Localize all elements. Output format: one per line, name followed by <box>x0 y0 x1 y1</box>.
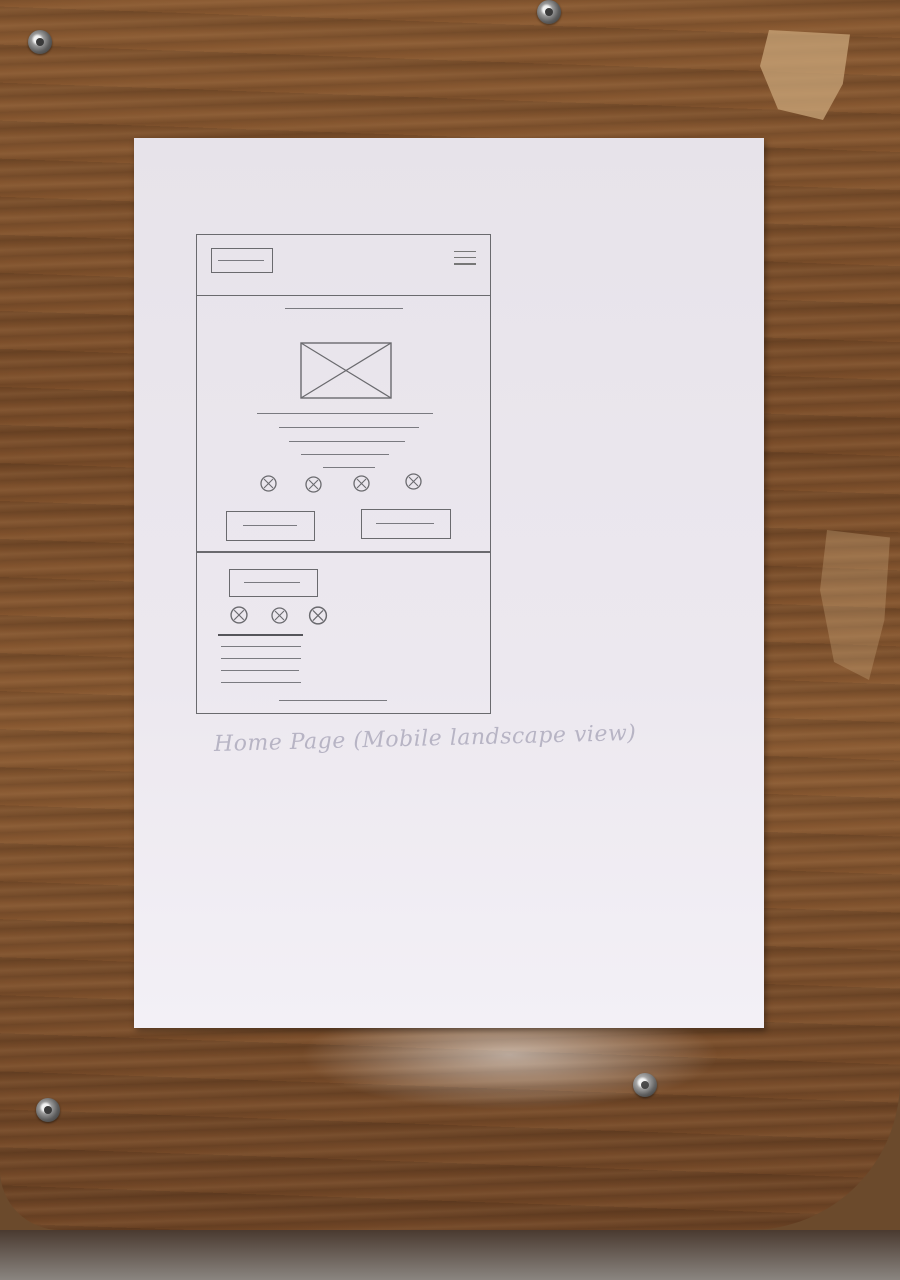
text-line <box>257 413 433 415</box>
logo-line <box>218 260 264 262</box>
text-line <box>323 467 375 469</box>
circle-x-icon <box>271 607 288 624</box>
hero-button-right <box>361 509 451 539</box>
circle-x-icon <box>305 476 322 493</box>
image-placeholder-icon <box>300 342 392 399</box>
text-line <box>279 427 419 429</box>
screw <box>537 0 561 24</box>
circle-x-icon <box>405 473 422 490</box>
circle-x-icon <box>260 475 277 492</box>
hero-button-left <box>226 511 315 541</box>
footer-line <box>279 700 387 702</box>
floor <box>0 1230 900 1280</box>
circle-x-icon <box>353 475 370 492</box>
logo-placeholder <box>211 248 273 273</box>
circle-x-icon <box>308 606 328 625</box>
hamburger-menu-icon <box>454 251 476 270</box>
text-line <box>301 454 389 456</box>
button-line <box>243 525 297 527</box>
circle-x-icon <box>230 606 248 624</box>
button-line <box>244 582 300 584</box>
heading-line <box>285 308 403 310</box>
screw <box>36 1098 60 1122</box>
screw <box>28 30 52 54</box>
text-line <box>221 670 299 672</box>
section-heading-line <box>218 634 303 636</box>
phone-wireframe <box>196 234 491 714</box>
text-line <box>221 682 301 684</box>
text-line <box>221 646 301 648</box>
section-button <box>229 569 318 597</box>
screw <box>633 1073 657 1097</box>
wireframe-header <box>197 235 490 296</box>
button-line <box>376 523 434 525</box>
section-divider <box>197 551 490 553</box>
text-line <box>289 441 405 443</box>
text-line <box>221 658 301 660</box>
